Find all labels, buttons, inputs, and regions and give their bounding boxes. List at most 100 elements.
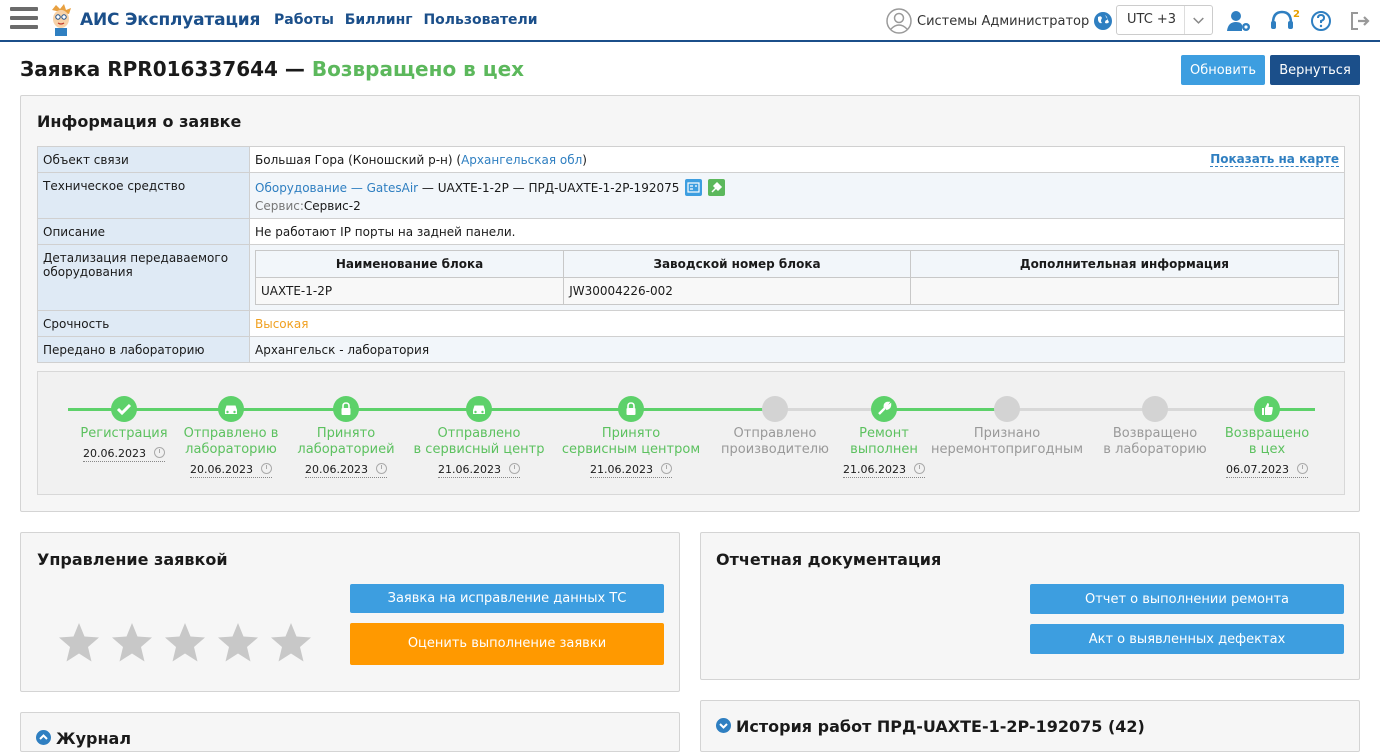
timeline-step-label: Возвращено в цех bbox=[1187, 426, 1347, 458]
row-description: Описание Не работают IP порты на задней … bbox=[37, 218, 1345, 245]
timeline-step-label: Отправлено в сервисный центр bbox=[399, 426, 559, 458]
timeline-step-date[interactable]: 21.06.2023 bbox=[590, 463, 672, 478]
column-header: Наименование блока bbox=[254, 250, 565, 278]
service-label: Сервис: bbox=[255, 199, 304, 213]
star-icon[interactable] bbox=[269, 621, 313, 665]
repair-report-button[interactable]: Отчет о выполнении ремонта bbox=[1030, 584, 1344, 614]
pending-step-icon bbox=[994, 396, 1020, 422]
nav-billing[interactable]: Биллинг bbox=[345, 12, 413, 28]
clock-icon bbox=[1296, 463, 1308, 474]
status-text: Возвращено в цех bbox=[311, 57, 525, 81]
timeline-step: Принято сервисным центром 21.06.2023 bbox=[551, 396, 711, 478]
status-timeline: Регистрация 20.06.2023 Отправлено в лаборат… bbox=[37, 371, 1345, 495]
notification-badge: 2 bbox=[1293, 9, 1300, 20]
management-title: Управление заявкой bbox=[37, 550, 228, 569]
user-settings-icon[interactable] bbox=[1227, 10, 1251, 32]
step-date-text: 21.06.2023 bbox=[843, 463, 906, 476]
request-info-panel: Информация о заявке Объект связи Большая… bbox=[20, 95, 1360, 512]
star-icon[interactable] bbox=[216, 621, 260, 665]
table-cell: JW30004226-002 bbox=[563, 277, 911, 305]
card-icon[interactable] bbox=[685, 179, 703, 196]
nav-users[interactable]: Пользователи bbox=[423, 12, 537, 28]
history-panel: История работ ПРД-UAXTE-1-2P-192075 (42) bbox=[700, 700, 1360, 752]
timezone-value: UTC +3 bbox=[1127, 12, 1177, 27]
request-number: Заявка RPR016337644 — bbox=[20, 57, 305, 81]
table-cell: UAXTE-1-2P bbox=[254, 277, 565, 305]
user-menu[interactable]: Системы Администратор bbox=[886, 7, 1089, 35]
chevron-up-icon bbox=[36, 730, 51, 745]
history-header[interactable]: История работ ПРД-UAXTE-1-2P-192075 (42) bbox=[716, 717, 1145, 736]
refresh-button[interactable]: Обновить bbox=[1181, 55, 1265, 85]
step-date-text: 20.06.2023 bbox=[190, 463, 253, 476]
row-label: Описание bbox=[37, 218, 250, 245]
plug-icon[interactable] bbox=[708, 179, 726, 196]
equipment-link[interactable]: Оборудование — GatesAir bbox=[255, 181, 418, 195]
row-lab: Передано в лабораторию Архангельск - лаб… bbox=[37, 336, 1345, 363]
column-header: Заводской номер блока bbox=[563, 250, 911, 278]
region-link[interactable]: Архангельская обл bbox=[461, 153, 582, 167]
step-label-line: Признано bbox=[973, 426, 1041, 441]
back-button[interactable]: Вернуться bbox=[1270, 55, 1360, 85]
timeline-step-date[interactable]: 21.06.2023 bbox=[843, 463, 925, 478]
star-icon[interactable] bbox=[163, 621, 207, 665]
timeline-step: Признано неремонтопригодным bbox=[927, 396, 1087, 458]
star-icon[interactable] bbox=[57, 621, 101, 665]
logout-icon[interactable] bbox=[1349, 10, 1373, 32]
top-bar: АИС Эксплуатация Работы Биллинг Пользова… bbox=[0, 0, 1380, 42]
step-date-text: 21.06.2023 bbox=[438, 463, 501, 476]
globe-icon[interactable] bbox=[1093, 11, 1113, 31]
blocks-header-row: Наименование блока Заводской номер блока… bbox=[254, 250, 1340, 278]
user-avatar-icon bbox=[886, 8, 912, 34]
row-detail: Детализация передаваемого оборудования Н… bbox=[37, 244, 1345, 311]
info-panel-title: Информация о заявке bbox=[37, 112, 242, 131]
step-date-text: 21.06.2023 bbox=[590, 463, 653, 476]
headset-icon[interactable] bbox=[1270, 10, 1294, 32]
timeline-step-date[interactable]: 20.06.2023 bbox=[305, 463, 387, 478]
blocks-table: Наименование блока Заводской номер блока… bbox=[254, 250, 1340, 305]
journal-header[interactable]: Журнал bbox=[36, 729, 131, 748]
rating-stars[interactable] bbox=[57, 621, 322, 665]
urgency-value: Высокая bbox=[249, 310, 1345, 337]
row-value: Оборудование — GatesAir — UAXTE-1-2P — П… bbox=[249, 172, 1345, 219]
timeline-step: Возвращено в цех 06.07.2023 bbox=[1187, 396, 1347, 478]
clock-icon bbox=[913, 463, 925, 474]
timeline-step-label: Признано неремонтопригодным bbox=[927, 426, 1087, 458]
timezone-select[interactable]: UTC +3 bbox=[1116, 5, 1213, 35]
nav-works[interactable]: Работы bbox=[274, 12, 334, 28]
thumbs-up-icon bbox=[1254, 396, 1280, 422]
star-icon[interactable] bbox=[110, 621, 154, 665]
main-nav: Работы Биллинг Пользователи bbox=[274, 12, 544, 28]
defects-act-button[interactable]: Акт о выявленных дефектах bbox=[1030, 624, 1344, 654]
object-name: Большая Гора (Коношский р-н) bbox=[255, 153, 453, 167]
page-title: Заявка RPR016337644 — Возвращено в цех bbox=[20, 57, 524, 81]
menu-icon[interactable] bbox=[10, 7, 38, 33]
row-value: Не работают IP порты на задней панели. bbox=[249, 218, 1345, 245]
step-label-line: Отправлено bbox=[437, 426, 521, 441]
show-on-map-link[interactable]: Показать на карте bbox=[1210, 153, 1339, 167]
car-icon bbox=[218, 396, 244, 422]
fix-data-request-button[interactable]: Заявка на исправление данных ТС bbox=[350, 584, 664, 613]
help-icon[interactable] bbox=[1309, 10, 1333, 32]
row-value: Архангельск - лаборатория bbox=[249, 336, 1345, 363]
row-tech: Техническое средство Оборудование — Gate… bbox=[37, 172, 1345, 219]
step-label-line: Принято bbox=[601, 426, 661, 441]
rate-request-button[interactable]: Оценить выполнение заявки bbox=[350, 623, 664, 665]
timeline-step-date[interactable]: 06.07.2023 bbox=[1226, 463, 1308, 478]
lock-icon bbox=[618, 396, 644, 422]
step-label-line: в цех bbox=[1248, 442, 1286, 457]
row-label: Передано в лабораторию bbox=[37, 336, 250, 363]
app-title[interactable]: АИС Эксплуатация bbox=[80, 10, 260, 30]
pending-step-icon bbox=[762, 396, 788, 422]
timeline-step-date[interactable]: 20.06.2023 bbox=[190, 463, 272, 478]
row-label: Срочность bbox=[37, 310, 250, 337]
info-table: Объект связи Большая Гора (Коношский р-н… bbox=[37, 146, 1345, 363]
row-label: Техническое средство bbox=[37, 172, 250, 219]
car-icon bbox=[466, 396, 492, 422]
equipment-details: — UAXTE-1-2P — ПРД-UAXTE-1-2P-192075 bbox=[418, 181, 680, 195]
row-value: Наименование блока Заводской номер блока… bbox=[249, 244, 1345, 311]
check-icon bbox=[111, 396, 137, 422]
clock-icon bbox=[508, 463, 520, 474]
step-date-text: 20.06.2023 bbox=[305, 463, 368, 476]
timeline-step-date[interactable]: 21.06.2023 bbox=[438, 463, 520, 478]
row-value: Большая Гора (Коношский р-н) (Архангельс… bbox=[249, 146, 1345, 173]
